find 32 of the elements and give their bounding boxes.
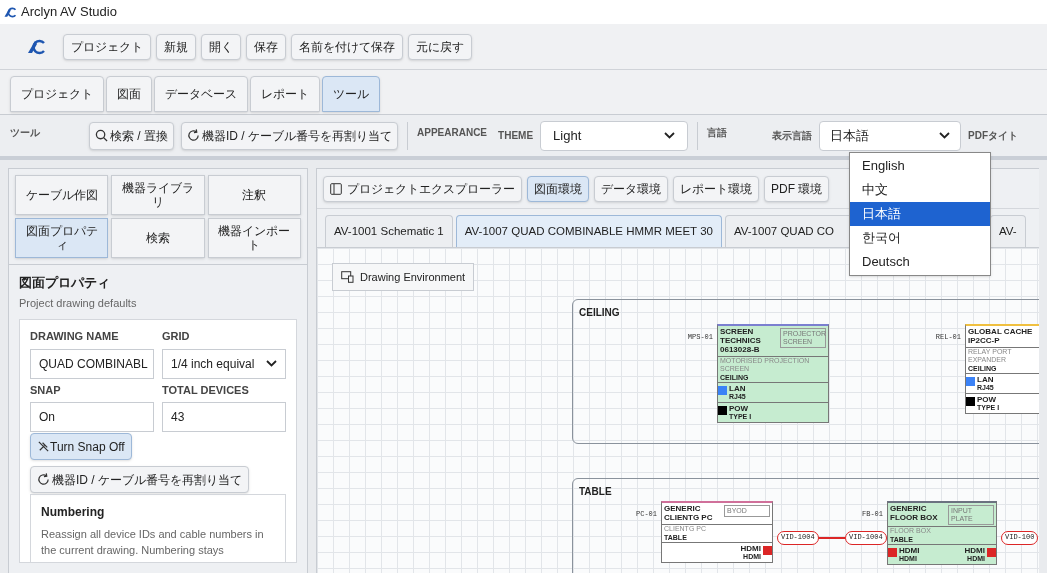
section-subtitle: Project drawing defaults [19, 295, 138, 311]
numbering-description: Reassign all device IDs and cable numbers in the current drawing. Numbering stays [41, 527, 265, 558]
port-name: HDMI [739, 544, 761, 553]
port-name: POW [977, 395, 998, 404]
port-name: POW [729, 404, 750, 413]
device-make: GENERIC [890, 504, 928, 513]
device-make: GLOBAL CACHE [968, 327, 1034, 336]
device-model: 0613028-B [720, 345, 761, 355]
device-model: IP2CC-P [968, 336, 1001, 346]
field-label: DRAWING NAME [30, 329, 120, 344]
port-name: HDMI [899, 546, 921, 555]
port-name: HDMI [963, 546, 985, 555]
ribbon-group-label: ツール [10, 126, 41, 140]
device-make: SCREEN TECHNICS [720, 327, 762, 345]
device-make: GENERIC [664, 504, 702, 513]
numbering-title: Numbering [41, 504, 106, 521]
field-label: TOTAL DEVICES [162, 382, 250, 398]
pdf-title-label: PDFタイト [968, 129, 1019, 143]
display-language-label: 表示言語 [772, 129, 813, 143]
device-model: CLIENTG PC [664, 513, 714, 523]
field-label: GRID [162, 329, 191, 344]
device-model: FLOOR BOX [890, 513, 939, 523]
port-name: LAN [977, 375, 995, 384]
group-label: TABLE [579, 485, 612, 499]
port-name: LAN [729, 384, 747, 393]
language-label: 言語 [707, 126, 729, 140]
appearance-label: APPEARANCE [417, 126, 488, 140]
field-label: SNAP [30, 382, 62, 398]
theme-label: THEME [498, 129, 534, 143]
window-title: Arclyn AV Studio [21, 3, 117, 22]
group-label: CEILING [579, 306, 620, 320]
section-title: 図面プロパティ [19, 274, 111, 292]
